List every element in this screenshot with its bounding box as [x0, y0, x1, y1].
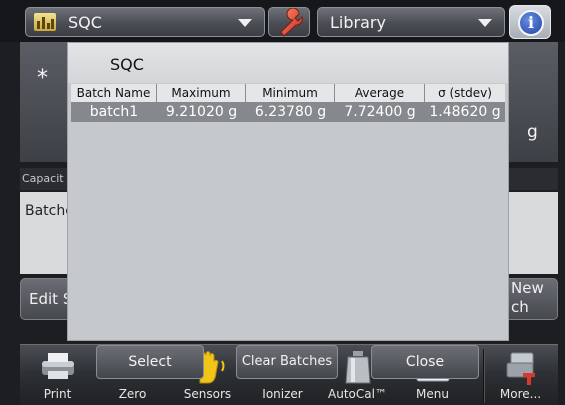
- column-header-average: Average: [335, 84, 425, 102]
- zero-label: Zero: [118, 387, 147, 401]
- stability-asterisk: *: [37, 66, 48, 91]
- select-button[interactable]: Select: [96, 345, 204, 379]
- more-button[interactable]: More...: [483, 345, 558, 405]
- sqc-dialog: SQC Batch Name Maximum Minimum Average σ…: [67, 42, 509, 379]
- weight-unit: g: [527, 122, 538, 142]
- chevron-down-icon: [238, 19, 252, 27]
- column-header-minimum: Minimum: [246, 84, 335, 102]
- settings-button[interactable]: [268, 7, 310, 37]
- more-label: More...: [499, 387, 542, 401]
- new-batch-label-line1: New: [511, 279, 544, 297]
- cell-average: 7.72400 g: [344, 104, 416, 120]
- clear-batches-button[interactable]: Clear Batches: [236, 345, 338, 379]
- cell-stdev: 1.48620 g: [429, 104, 501, 120]
- dialog-header: SQC: [68, 43, 508, 83]
- library-dropdown[interactable]: Library: [317, 7, 505, 37]
- column-header-maximum: Maximum: [157, 84, 246, 102]
- sensors-label: Sensors: [183, 387, 232, 401]
- close-button[interactable]: Close: [371, 345, 479, 379]
- dialog-title: SQC: [110, 55, 144, 74]
- ionizer-label: Ionizer: [262, 387, 303, 401]
- print-label: Print: [43, 387, 72, 401]
- cell-minimum: 6.23780 g: [254, 104, 327, 120]
- cell-batch-name: batch1: [89, 104, 139, 120]
- info-icon: i: [518, 10, 544, 36]
- print-button[interactable]: Print: [20, 345, 95, 405]
- column-header-stdev: σ (stdev): [438, 86, 492, 100]
- top-bar: SQC Library i: [0, 0, 565, 42]
- scale-screen: SQC Library i * g Capacit Batche Edit S …: [0, 0, 565, 405]
- library-label: Library: [330, 13, 386, 32]
- column-header-batch-name: Batch Name: [71, 84, 157, 102]
- chevron-down-icon: [478, 19, 492, 27]
- new-batch-label-line2: ch: [511, 298, 529, 316]
- capacity-label: Capacit: [22, 172, 64, 185]
- bar-chart-icon: [34, 13, 56, 31]
- info-button[interactable]: i: [509, 5, 551, 39]
- cell-maximum: 9.21020 g: [165, 104, 238, 120]
- batch-table: Batch Name Maximum Minimum Average σ (st…: [68, 83, 508, 379]
- table-header: Batch Name Maximum Minimum Average σ (st…: [71, 84, 505, 102]
- table-row[interactable]: batch1 9.21020 g 6.23780 g 7.72400 g 1.4…: [71, 102, 505, 122]
- wrench-icon: [280, 7, 303, 37]
- application-label: SQC: [68, 13, 102, 32]
- more-tools-icon: [506, 352, 535, 385]
- application-dropdown[interactable]: SQC: [25, 7, 265, 37]
- menu-label: Menu: [416, 387, 449, 401]
- autocal-label: AutoCal™: [328, 387, 387, 401]
- printer-icon: [41, 353, 74, 379]
